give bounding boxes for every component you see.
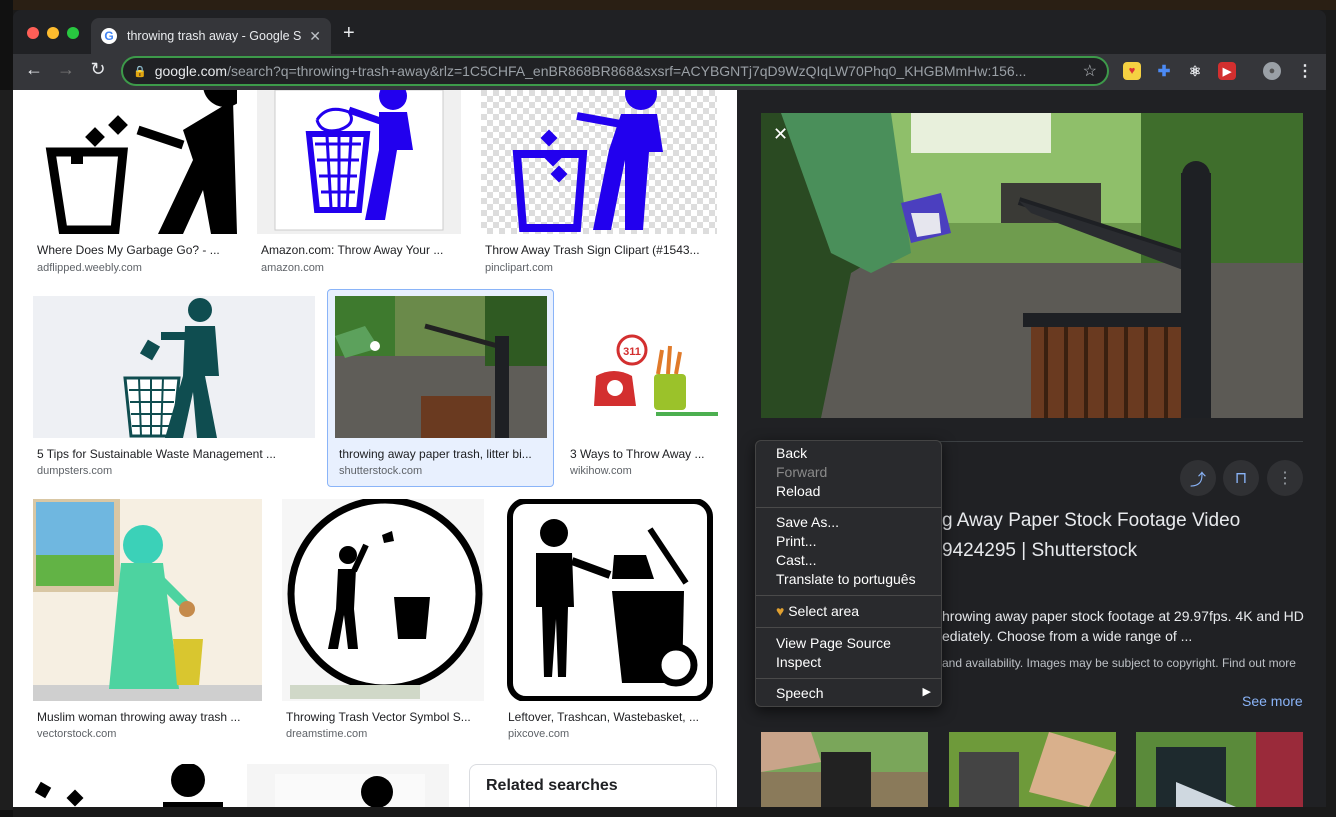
submenu-arrow-icon: ▶ [922,686,931,698]
see-more-link[interactable]: See more [1242,693,1303,709]
result-source: pixcove.com [508,728,570,740]
result-source: shutterstock.com [339,465,423,477]
preview-title-line1[interactable]: g Away Paper Stock Footage Video [942,510,1240,532]
menu-item-back[interactable]: Back [776,445,807,461]
result-thumbnail [282,499,484,701]
menu-item-reload[interactable]: Reload [776,483,820,499]
similar-image[interactable] [761,732,928,807]
result-source: vectorstock.com [37,728,117,740]
tab-google-search[interactable]: G throwing trash away - Google S ✕ [91,18,331,54]
menu-item-view-source[interactable]: View Page Source [776,635,891,651]
menu-item-inspect[interactable]: Inspect [776,654,821,670]
menu-item-speech[interactable]: Speech ▶ [776,685,931,701]
result-source: pinclipart.com [485,262,553,274]
extension-react-icon[interactable]: ⚛ [1186,62,1204,80]
result-thumbnail [257,90,461,234]
result-source: adflipped.weebly.com [37,262,142,274]
result-caption: Throwing Trash Vector Symbol S... [286,710,471,724]
find-out-more-link[interactable]: Find out more [1222,656,1296,670]
bookmark-star-icon[interactable]: ☆ [1083,61,1097,81]
address-bar[interactable]: 🔒 google.com/search?q=throwing+trash+awa… [121,56,1109,86]
menu-separator [756,627,941,628]
result-source: wikihow.com [570,465,632,477]
menu-item-save-as[interactable]: Save As... [776,514,839,530]
menu-item-print[interactable]: Print... [776,533,816,549]
tab-strip: G throwing trash away - Google S ✕ + [13,10,1326,54]
image-results-grid: Where Does My Garbage Go? - ... adflippe… [13,90,737,807]
copyright-notice: and availability. Images may be subject … [942,656,1296,670]
page-content: Where Does My Garbage Go? - ... adflippe… [13,90,1326,807]
url-text: google.com/search?q=throwing+trash+away&… [154,63,1027,79]
result-thumbnail [335,296,547,438]
result-caption: Throw Away Trash Sign Clipart (#1543... [485,243,700,257]
menu-separator [756,507,941,508]
result-caption: Amazon.com: Throw Away Your ... [261,243,444,257]
preview-image[interactable] [761,113,1303,418]
extension-red-icon[interactable]: ▶ [1218,62,1236,80]
result-thumbnail: 311 [566,296,718,438]
back-arrow-icon[interactable]: ← [21,59,47,80]
new-tab-button[interactable]: + [343,22,355,45]
bookmark-icon: ⊓ [1234,470,1248,487]
context-menu: Back Forward Reload Save As... Print... … [755,440,942,707]
menu-item-forward[interactable]: Forward [776,464,827,480]
browser-window: G throwing trash away - Google S ✕ + ← →… [13,10,1326,807]
more-vert-icon: ⋮ [1277,470,1293,487]
preview-title-line2[interactable]: 9424295 | Shutterstock [942,540,1137,562]
result-thumbnail [504,499,717,701]
preview-description-line2: ediately. Choose from a wide range of ..… [942,628,1193,644]
result-thumbnail [33,90,237,234]
background-window-edge [0,90,13,810]
related-searches-title: Related searches [486,777,618,794]
menu-item-select-area[interactable]: ♥ Select area [776,603,859,619]
close-window-button[interactable] [27,27,39,39]
result-thumbnail [247,764,449,807]
desktop-background [0,0,1336,10]
tab-title: throwing trash away - Google S [127,29,302,43]
browser-toolbar: ← → ↻ 🔒 google.com/search?q=throwing+tra… [13,54,1326,90]
minimize-window-button[interactable] [47,27,59,39]
result-thumbnail [33,764,229,807]
menu-separator [756,595,941,596]
google-favicon-icon: G [101,28,117,44]
lock-icon: 🔒 [133,65,147,78]
result-source: dumpsters.com [37,465,113,477]
menu-item-translate[interactable]: Translate to português [776,571,916,587]
result-caption: throwing away paper trash, litter bi... [339,447,532,461]
reload-icon[interactable]: ↻ [85,59,111,80]
profile-avatar-icon[interactable]: ● [1263,62,1281,80]
save-button[interactable]: ⊓ [1223,460,1259,496]
tab-close-icon[interactable]: ✕ [309,28,321,45]
similar-image[interactable] [1136,732,1303,807]
zoom-window-button[interactable] [67,27,79,39]
menu-separator [756,678,941,679]
share-button[interactable]: ⤴ [1180,460,1216,496]
share-icon: ⤴ [1189,472,1206,489]
result-caption: Muslim woman throwing away trash ... [37,710,241,724]
result-source: dreamstime.com [286,728,368,740]
select-area-extension-icon: ♥ [776,603,785,619]
result-caption: 3 Ways to Throw Away ... [570,447,705,461]
extension-puzzle-icon[interactable]: ✚ [1155,62,1173,80]
preview-description-line1: hrowing away paper stock footage at 29.9… [942,608,1304,624]
related-searches-card[interactable]: Related searches [469,764,717,807]
browser-menu-icon[interactable]: ⋮ [1296,62,1314,80]
result-thumbnail [33,499,262,701]
svg-text:311: 311 [623,346,641,358]
menu-item-cast[interactable]: Cast... [776,552,816,568]
result-thumbnail [481,90,717,234]
similar-image[interactable] [949,732,1116,807]
result-source: amazon.com [261,262,324,274]
more-options-button[interactable]: ⋮ [1267,460,1303,496]
extension-heart-icon[interactable]: ♥ [1123,62,1141,80]
result-thumbnail [33,296,315,438]
close-preview-icon[interactable]: ✕ [773,124,788,145]
result-caption: Leftover, Trashcan, Wastebasket, ... [508,710,699,724]
result-caption: Where Does My Garbage Go? - ... [37,243,220,257]
forward-arrow-icon[interactable]: → [53,59,79,80]
result-caption: 5 Tips for Sustainable Waste Management … [37,447,277,461]
